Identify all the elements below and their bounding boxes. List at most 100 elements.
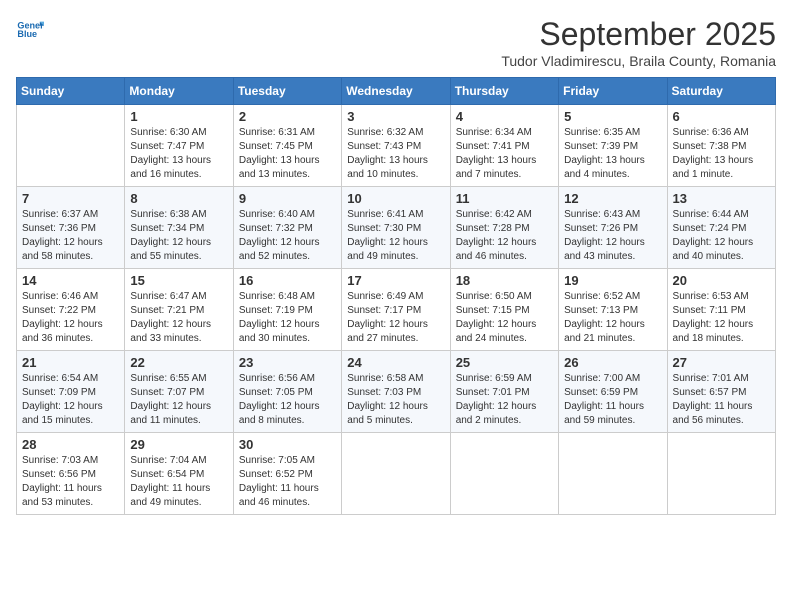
day-cell: 10 Sunrise: 6:41 AM Sunset: 7:30 PM Dayli… — [342, 187, 450, 269]
page-header: General Blue September 2025 Tudor Vladim… — [16, 16, 776, 69]
week-row-5: 28Sunrise: 7:03 AM Sunset: 6:56 PM Dayli… — [17, 433, 776, 515]
day-cell: 9 Sunrise: 6:40 AM Sunset: 7:32 PM Daylig… — [233, 187, 341, 269]
day-number: 20 — [673, 273, 770, 288]
day-info: Sunrise: 6:37 AM Sunset: 7:36 PM Dayligh… — [22, 208, 119, 264]
day-info: Sunrise: 7:00 AM Sunset: 6:59 PM Dayligh… — [564, 372, 661, 428]
day-info: Sunrise: 6:50 AM Sunset: 7:15 PM Dayligh… — [456, 290, 553, 346]
day-cell: 4Sunrise: 6:34 AM Sunset: 7:41 PM Daylig… — [450, 105, 558, 187]
day-cell: 12 Sunrise: 6:43 AM Sunset: 7:26 PM Dayli… — [559, 187, 667, 269]
day-number: 29 — [130, 437, 227, 452]
header-cell-wednesday: Wednesday — [342, 78, 450, 105]
day-number: 6 — [673, 109, 770, 124]
day-info: Sunrise: 6:52 AM Sunset: 7:13 PM Dayligh… — [564, 290, 661, 346]
day-number: 12 — [564, 191, 661, 206]
day-number: 17 — [347, 273, 444, 288]
day-number: 11 — [456, 191, 553, 206]
day-number: 24 — [347, 355, 444, 370]
day-info: Sunrise: 6:40 AM Sunset: 7:32 PM Dayligh… — [239, 208, 336, 264]
day-number: 7 — [22, 191, 119, 206]
day-cell: 8 Sunrise: 6:38 AM Sunset: 7:34 PM Daylig… — [125, 187, 233, 269]
day-cell: 13 Sunrise: 6:44 AM Sunset: 7:24 PM Dayli… — [667, 187, 775, 269]
day-number: 26 — [564, 355, 661, 370]
header-cell-monday: Monday — [125, 78, 233, 105]
header-cell-saturday: Saturday — [667, 78, 775, 105]
day-cell: 24 Sunrise: 6:58 AM Sunset: 7:03 PM Dayli… — [342, 351, 450, 433]
day-cell: 16 Sunrise: 6:48 AM Sunset: 7:19 PM Dayli… — [233, 269, 341, 351]
day-cell: 14 Sunrise: 6:46 AM Sunset: 7:22 PM Dayli… — [17, 269, 125, 351]
day-info: Sunrise: 6:47 AM Sunset: 7:21 PM Dayligh… — [130, 290, 227, 346]
day-cell — [342, 433, 450, 515]
day-info: Sunrise: 6:41 AM Sunset: 7:30 PM Dayligh… — [347, 208, 444, 264]
day-info: Sunrise: 6:59 AM Sunset: 7:01 PM Dayligh… — [456, 372, 553, 428]
day-info: Sunrise: 7:04 AM Sunset: 6:54 PM Dayligh… — [130, 454, 227, 510]
day-info: Sunrise: 6:58 AM Sunset: 7:03 PM Dayligh… — [347, 372, 444, 428]
day-cell: 2 Sunrise: 6:31 AM Sunset: 7:45 PM Daylig… — [233, 105, 341, 187]
day-info: Sunrise: 6:53 AM Sunset: 7:11 PM Dayligh… — [673, 290, 770, 346]
header-cell-friday: Friday — [559, 78, 667, 105]
day-cell: 17Sunrise: 6:49 AM Sunset: 7:17 PM Dayli… — [342, 269, 450, 351]
day-info: Sunrise: 7:05 AM Sunset: 6:52 PM Dayligh… — [239, 454, 336, 510]
day-info: Sunrise: 6:42 AM Sunset: 7:28 PM Dayligh… — [456, 208, 553, 264]
day-info: Sunrise: 6:38 AM Sunset: 7:34 PM Dayligh… — [130, 208, 227, 264]
day-number: 27 — [673, 355, 770, 370]
week-row-3: 14 Sunrise: 6:46 AM Sunset: 7:22 PM Dayli… — [17, 269, 776, 351]
week-row-2: 7 Sunrise: 6:37 AM Sunset: 7:36 PM Daylig… — [17, 187, 776, 269]
day-cell: 11 Sunrise: 6:42 AM Sunset: 7:28 PM Dayli… — [450, 187, 558, 269]
day-number: 16 — [239, 273, 336, 288]
day-cell: 21 Sunrise: 6:54 AM Sunset: 7:09 PM Dayli… — [17, 351, 125, 433]
day-number: 22 — [130, 355, 227, 370]
header-cell-tuesday: Tuesday — [233, 78, 341, 105]
header-cell-sunday: Sunday — [17, 78, 125, 105]
day-info: Sunrise: 6:48 AM Sunset: 7:19 PM Dayligh… — [239, 290, 336, 346]
day-number: 14 — [22, 273, 119, 288]
day-cell: 25Sunrise: 6:59 AM Sunset: 7:01 PM Dayli… — [450, 351, 558, 433]
day-info: Sunrise: 6:31 AM Sunset: 7:45 PM Dayligh… — [239, 126, 336, 182]
day-cell: 28Sunrise: 7:03 AM Sunset: 6:56 PM Dayli… — [17, 433, 125, 515]
day-info: Sunrise: 6:54 AM Sunset: 7:09 PM Dayligh… — [22, 372, 119, 428]
day-info: Sunrise: 7:03 AM Sunset: 6:56 PM Dayligh… — [22, 454, 119, 510]
day-number: 18 — [456, 273, 553, 288]
logo-icon: General Blue — [16, 16, 44, 44]
svg-text:Blue: Blue — [17, 29, 37, 39]
day-cell — [17, 105, 125, 187]
logo: General Blue — [16, 16, 44, 44]
day-cell: 26 Sunrise: 7:00 AM Sunset: 6:59 PM Dayli… — [559, 351, 667, 433]
week-row-1: 1Sunrise: 6:30 AM Sunset: 7:47 PM Daylig… — [17, 105, 776, 187]
day-info: Sunrise: 6:55 AM Sunset: 7:07 PM Dayligh… — [130, 372, 227, 428]
day-number: 1 — [130, 109, 227, 124]
day-info: Sunrise: 6:46 AM Sunset: 7:22 PM Dayligh… — [22, 290, 119, 346]
day-cell: 7 Sunrise: 6:37 AM Sunset: 7:36 PM Daylig… — [17, 187, 125, 269]
day-info: Sunrise: 6:35 AM Sunset: 7:39 PM Dayligh… — [564, 126, 661, 182]
title-block: September 2025 Tudor Vladimirescu, Brail… — [501, 16, 776, 69]
day-info: Sunrise: 6:44 AM Sunset: 7:24 PM Dayligh… — [673, 208, 770, 264]
day-number: 21 — [22, 355, 119, 370]
day-number: 9 — [239, 191, 336, 206]
day-number: 19 — [564, 273, 661, 288]
day-info: Sunrise: 7:01 AM Sunset: 6:57 PM Dayligh… — [673, 372, 770, 428]
day-number: 2 — [239, 109, 336, 124]
day-info: Sunrise: 6:34 AM Sunset: 7:41 PM Dayligh… — [456, 126, 553, 182]
day-number: 23 — [239, 355, 336, 370]
day-info: Sunrise: 6:36 AM Sunset: 7:38 PM Dayligh… — [673, 126, 770, 182]
day-number: 5 — [564, 109, 661, 124]
day-cell: 3 Sunrise: 6:32 AM Sunset: 7:43 PM Daylig… — [342, 105, 450, 187]
day-info: Sunrise: 6:43 AM Sunset: 7:26 PM Dayligh… — [564, 208, 661, 264]
day-info: Sunrise: 6:56 AM Sunset: 7:05 PM Dayligh… — [239, 372, 336, 428]
day-cell: 20 Sunrise: 6:53 AM Sunset: 7:11 PM Dayli… — [667, 269, 775, 351]
day-cell: 29 Sunrise: 7:04 AM Sunset: 6:54 PM Dayli… — [125, 433, 233, 515]
day-cell: 30 Sunrise: 7:05 AM Sunset: 6:52 PM Dayli… — [233, 433, 341, 515]
day-cell: 6 Sunrise: 6:36 AM Sunset: 7:38 PM Daylig… — [667, 105, 775, 187]
day-info: Sunrise: 6:32 AM Sunset: 7:43 PM Dayligh… — [347, 126, 444, 182]
day-cell — [450, 433, 558, 515]
day-number: 3 — [347, 109, 444, 124]
day-number: 15 — [130, 273, 227, 288]
day-number: 13 — [673, 191, 770, 206]
day-number: 8 — [130, 191, 227, 206]
day-number: 10 — [347, 191, 444, 206]
day-number: 30 — [239, 437, 336, 452]
header-cell-thursday: Thursday — [450, 78, 558, 105]
day-cell — [559, 433, 667, 515]
week-row-4: 21 Sunrise: 6:54 AM Sunset: 7:09 PM Dayli… — [17, 351, 776, 433]
day-cell: 15 Sunrise: 6:47 AM Sunset: 7:21 PM Dayli… — [125, 269, 233, 351]
month-title: September 2025 — [501, 16, 776, 53]
